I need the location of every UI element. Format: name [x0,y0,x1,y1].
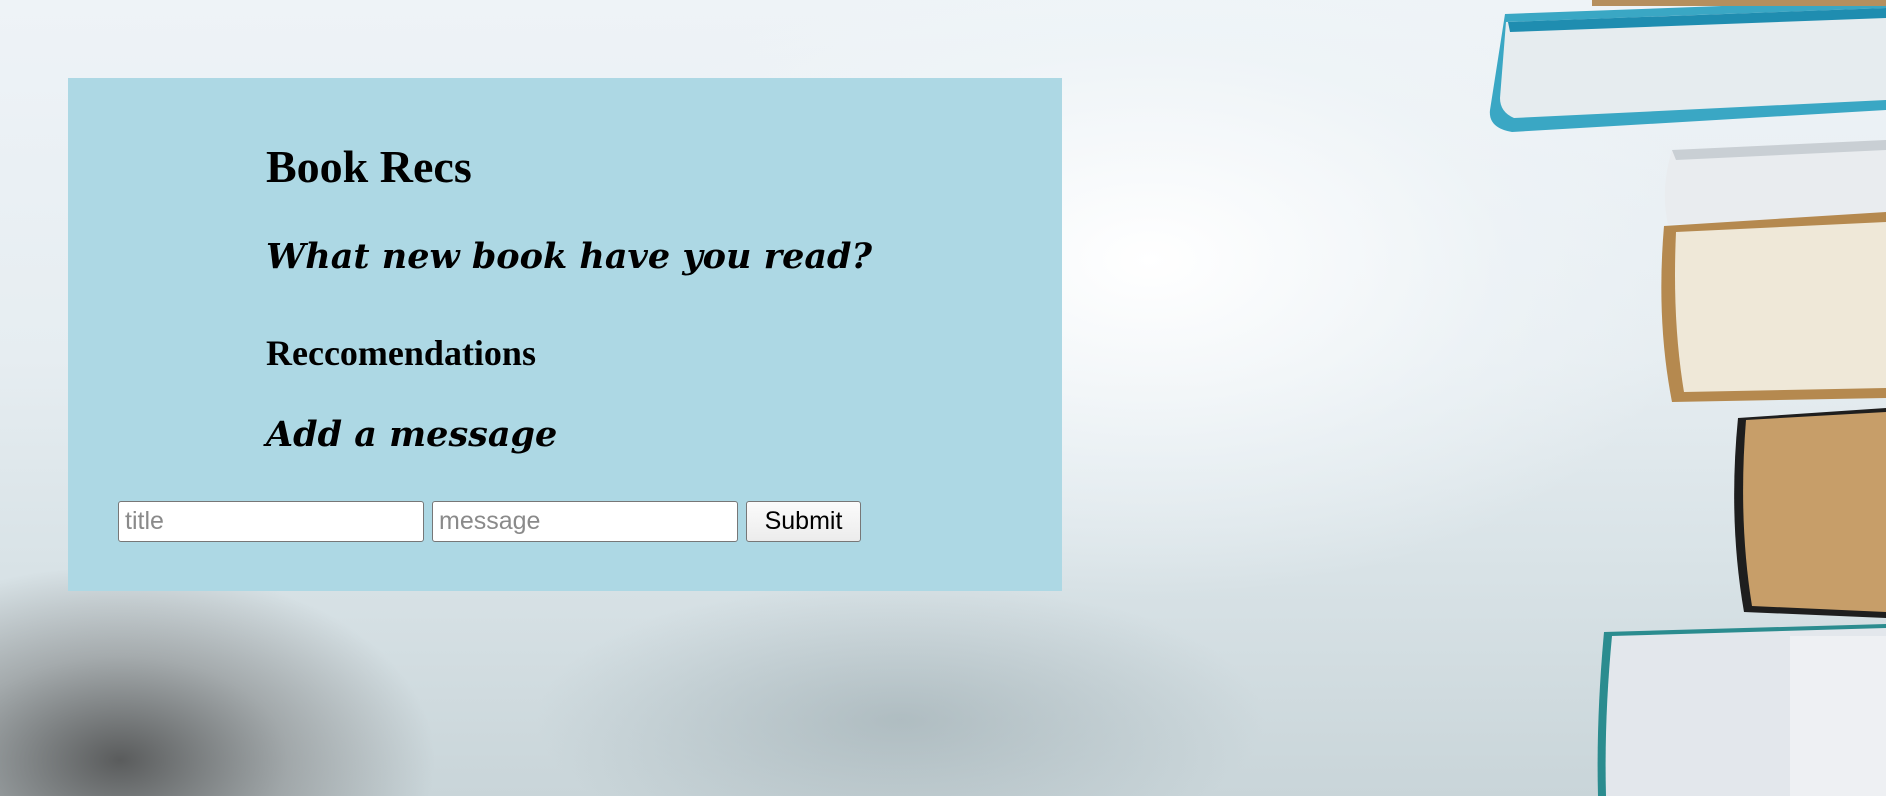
message-input[interactable] [432,501,738,542]
recommendation-form: Submit [118,501,861,542]
recommendations-heading: Reccomendations [266,333,536,373]
page-title: Book Recs [266,141,472,192]
submit-button[interactable]: Submit [746,501,861,542]
add-message-heading: Add a message [266,414,558,455]
book-prompt-heading: What new book have you read? [266,236,873,277]
title-input[interactable] [118,501,424,542]
book-recs-panel: Book Recs What new book have you read? R… [68,78,1062,591]
